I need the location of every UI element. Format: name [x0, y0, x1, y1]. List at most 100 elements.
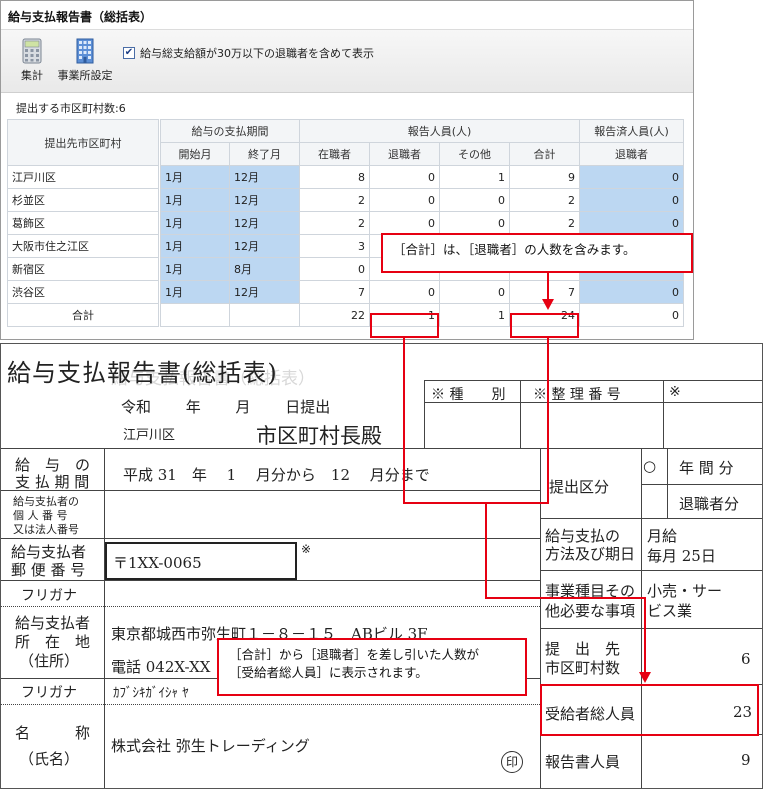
include-retirees-label: 給与総支給額が30万以下の退職者を含めて表示 [140, 47, 374, 60]
furigana-label-name: フリガナ [21, 685, 77, 701]
cell-start-month[interactable]: 1月 [158, 165, 230, 189]
period-label-2: 支 払 期 間 [15, 473, 90, 491]
connector-line [485, 502, 487, 598]
cell-municipality: 新宿区 [7, 257, 160, 281]
postal-mark: ※ [301, 542, 312, 556]
cell-end-month[interactable]: 8月 [229, 257, 300, 281]
pay-method-value-2: 毎月 25日 [647, 547, 716, 565]
header-reported-done-group: 報告済人員(人) [579, 119, 684, 143]
calc-button-label: 集計 [21, 69, 43, 82]
cell-municipality: 渋谷区 [7, 280, 160, 304]
cell-employed: 0 [299, 257, 370, 281]
grid-line [540, 570, 762, 571]
address-label-3: （住所） [19, 652, 80, 670]
cell-sum: 2 [509, 211, 580, 235]
connector-line [485, 597, 646, 599]
cell-start-month[interactable]: 1月 [158, 234, 230, 258]
grid-line [540, 448, 541, 788]
grid-line [424, 380, 762, 381]
cell-start-month[interactable]: 1月 [158, 257, 230, 281]
calculator-icon [22, 38, 42, 64]
form-title: 給与支払報告書(総括表) [7, 359, 278, 387]
table-row[interactable]: 渋谷区 1月 12月 7 0 0 7 0 [7, 280, 684, 304]
furigana-value: ｶﾌﾞｼｷｶﾞｲｼｬ ﾔ [113, 686, 189, 701]
company-name: 株式会社 弥生トレーディング [111, 737, 310, 755]
cell-reported-retired[interactable]: 0 [579, 165, 684, 189]
total-employed: 22 [299, 303, 370, 327]
connector-line [403, 502, 549, 504]
period-value: 平成 31 年 1 月分から 12 月分まで [123, 466, 430, 484]
grid-line [540, 628, 762, 629]
connector-line [547, 271, 549, 299]
header-end-month: 終了月 [229, 142, 300, 166]
calc-button[interactable]: 集計 [15, 38, 49, 83]
cell-other: 0 [439, 211, 510, 235]
grid-line [1, 606, 540, 607]
address-label-2: 所 在 地 [15, 633, 91, 651]
kind-label: ※ 種 別 [431, 387, 506, 403]
cell-end-month[interactable]: 12月 [229, 234, 300, 258]
cell-end-month[interactable]: 12月 [229, 211, 300, 235]
cell-reported-retired[interactable]: 0 [579, 280, 684, 304]
payer-number-label-1: 給与支払者の [13, 495, 79, 508]
postal-label-2: 郵 便 番 号 [11, 561, 86, 579]
postal-code: 〒1XX-0065 [113, 554, 202, 572]
cell-employed: 3 [299, 234, 370, 258]
include-retirees-checkbox[interactable]: ✔ [123, 47, 135, 59]
cell-municipality: 葛飾区 [7, 211, 160, 235]
table-row[interactable]: 杉並区 1月 12月 2 0 0 2 0 [7, 188, 684, 212]
header-sum: 合計 [509, 142, 580, 166]
grid-line [520, 380, 521, 448]
pay-method-label-2: 方法及び期日 [545, 545, 636, 563]
table-row[interactable]: 江戸川区 1月 12月 8 0 1 9 0 [7, 165, 684, 189]
toolbar: 集計 事業所設定 ✔ 給与総支給額が30万以下の退職者を含めて表示 [1, 29, 693, 93]
cell-employed: 8 [299, 165, 370, 189]
header-reported-retired: 退職者 [579, 142, 684, 166]
municipality-grid: 提出先市区町村 給与の支払期間 報告人員(人) 報告済人員(人) 開始月 終了月… [7, 119, 684, 327]
cell-employed: 2 [299, 211, 370, 235]
highlight-total-sum [510, 313, 579, 338]
arrow-down-icon [639, 672, 651, 683]
connector-line [403, 338, 405, 504]
office-settings-button[interactable]: 事業所設定 [53, 38, 117, 83]
header-period-group: 給与の支払期間 [158, 119, 300, 143]
city-name: 江戸川区 [123, 428, 176, 443]
include-retirees-option[interactable]: ✔ 給与総支給額が30万以下の退職者を含めて表示 [123, 45, 374, 61]
cell-sum: 2 [509, 188, 580, 212]
arrow-down-icon [542, 299, 554, 310]
header-municipality: 提出先市区町村 [7, 119, 160, 166]
business-value-2: ビス業 [647, 602, 693, 620]
table-row[interactable]: 葛飾区 1月 12月 2 0 0 2 0 [7, 211, 684, 235]
report-count-value: 9 [741, 751, 751, 769]
business-label-2: 他必要な事項 [545, 602, 636, 620]
header-employed: 在職者 [299, 142, 370, 166]
cell-retired: 0 [369, 211, 440, 235]
cell-reported-retired[interactable]: 0 [579, 211, 684, 235]
cell-start-month[interactable]: 1月 [158, 211, 230, 235]
era-line: 令和 年 月 日提出 [121, 398, 331, 416]
ref-mark: ※ [669, 384, 681, 400]
cell-start-month[interactable]: 1月 [158, 280, 230, 304]
cell-end-month[interactable]: 12月 [229, 188, 300, 212]
address-label-1: 給与支払者 [15, 614, 91, 632]
cell-reported-retired[interactable]: 0 [579, 188, 684, 212]
cell-end-month[interactable]: 12月 [229, 165, 300, 189]
grid-line [641, 484, 762, 485]
payer-number-label-2: 個 人 番 号 [13, 509, 68, 522]
highlight-recipients [540, 684, 759, 736]
cell-municipality: 大阪市住之江区 [7, 234, 160, 258]
submit-muni-label-2: 市区町村数 [545, 659, 621, 677]
app-window: 給与支払報告書（総括表） 集計 事業所設定 ✔ 給与総支給額が30万以下の退職者… [0, 0, 694, 340]
cell-start-month[interactable]: 1月 [158, 188, 230, 212]
phone-value: 電話 042X-XX [111, 658, 211, 676]
connector-line [547, 338, 549, 504]
total-other: 1 [439, 303, 510, 327]
grid-line [1, 538, 540, 539]
cell-sum: 9 [509, 165, 580, 189]
grid-line [667, 448, 668, 518]
annual-circle: ○ [643, 457, 657, 475]
header-reported-group: 報告人員(人) [299, 119, 580, 143]
grid-line [1, 704, 540, 705]
window-title: 給与支払報告書（総括表） [8, 10, 153, 24]
cell-end-month[interactable]: 12月 [229, 280, 300, 304]
